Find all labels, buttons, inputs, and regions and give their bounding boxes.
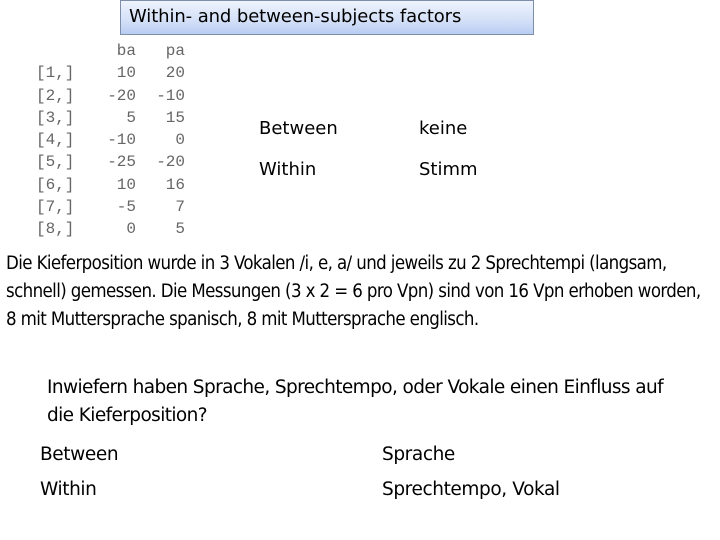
factor-value: Sprache	[382, 444, 455, 465]
cell-ba: -5	[116, 198, 136, 217]
factor-value: Stimm	[419, 159, 478, 180]
r-matrix-output: ba pa [1,] 10 20 [2,] -20 -10 [3,] 5 15 …	[36, 40, 185, 241]
cell-pa: 16	[165, 175, 185, 194]
column-header-ba: ba	[116, 42, 136, 60]
factor-label: Between	[40, 444, 119, 465]
cell-ba: 5	[126, 108, 136, 127]
row-index: [6,]	[36, 175, 75, 194]
table-row: [3,] 5 15	[36, 107, 185, 129]
cell-pa: 5	[175, 220, 185, 239]
cell-ba: 10	[116, 175, 136, 194]
cell-ba: 0	[126, 220, 136, 239]
factor-label: Within	[40, 479, 97, 500]
table-row: [5,] -25 -20	[36, 151, 185, 173]
row-index: [2,]	[36, 86, 75, 105]
example-factor-between: Between keine	[259, 108, 478, 149]
cell-ba: -20	[107, 86, 136, 105]
table-row: [4,] -10 0	[36, 129, 185, 151]
answer-factor-within: Within Sprechtempo, Vokal	[40, 472, 560, 507]
row-index: [1,]	[36, 64, 75, 83]
factor-value: keine	[419, 118, 468, 139]
table-row: [2,] -20 -10	[36, 85, 185, 107]
answer-factors: Between Sprache Within Sprechtempo, Voka…	[40, 437, 560, 507]
description-paragraph: Die Kieferposition wurde in 3 Vokalen /i…	[6, 253, 701, 330]
row-index: [3,]	[36, 108, 75, 127]
table-row: [6,] 10 16	[36, 174, 185, 196]
cell-pa: 7	[175, 198, 185, 217]
factor-value: Sprechtempo, Vokal	[382, 479, 560, 500]
cell-pa: 20	[165, 64, 185, 83]
slide-title-box: Within- and between-subjects factors	[120, 0, 534, 35]
answer-factor-between: Between Sprache	[40, 437, 560, 472]
cell-ba: -25	[107, 153, 136, 172]
table-row: [7,] -5 7	[36, 196, 185, 218]
table-row: [8,] 0 5	[36, 218, 185, 240]
row-index: [7,]	[36, 198, 75, 217]
factor-label: Within	[259, 159, 317, 180]
row-index: [5,]	[36, 153, 75, 172]
factor-label: Between	[259, 118, 338, 139]
cell-pa: -20	[156, 153, 185, 172]
example-factors: Between keine Within Stimm	[259, 108, 478, 190]
row-index: [8,]	[36, 220, 75, 239]
example-factor-within: Within Stimm	[259, 149, 478, 190]
row-index: [4,]	[36, 131, 75, 150]
research-question: Inwiefern haben Sprache, Sprechtempo, od…	[47, 377, 664, 426]
column-header-pa: pa	[165, 42, 185, 60]
cell-pa: 0	[175, 131, 185, 150]
cell-ba: 10	[116, 64, 136, 83]
cell-pa: -10	[156, 86, 185, 105]
cell-ba: -10	[107, 131, 136, 150]
table-row: [1,] 10 20	[36, 62, 185, 84]
r-matrix-corner	[36, 40, 92, 62]
r-matrix-header: ba pa	[36, 40, 185, 62]
cell-pa: 15	[165, 108, 185, 127]
slide-title: Within- and between-subjects factors	[129, 6, 462, 27]
